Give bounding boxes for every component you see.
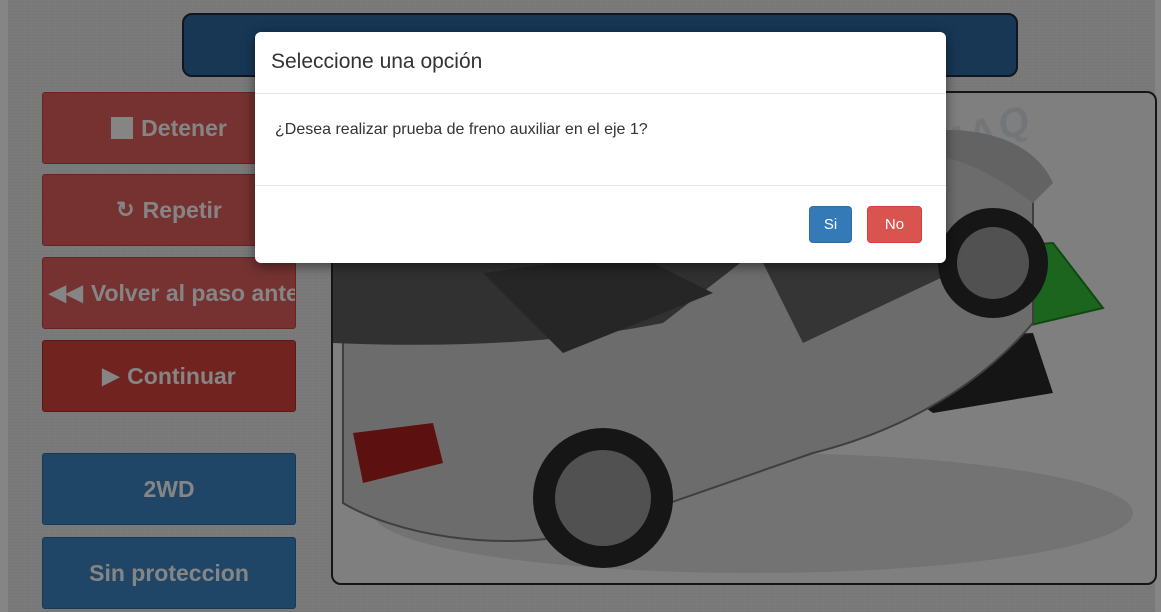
dialog-title: Seleccione una opción (271, 50, 483, 73)
dialog-footer: Si No (255, 186, 946, 262)
app-screen: Detener ↻ Repetir ◀◀ Volver al paso ante… (0, 0, 1161, 612)
no-button[interactable]: No (867, 206, 922, 243)
dialog-message: ¿Desea realizar prueba de freno auxiliar… (275, 121, 648, 138)
confirm-dialog: Seleccione una opción ¿Desea realizar pr… (255, 32, 946, 263)
yes-button[interactable]: Si (809, 206, 852, 243)
dialog-body: ¿Desea realizar prueba de freno auxiliar… (255, 94, 946, 186)
dialog-header: Seleccione una opción (255, 32, 946, 94)
